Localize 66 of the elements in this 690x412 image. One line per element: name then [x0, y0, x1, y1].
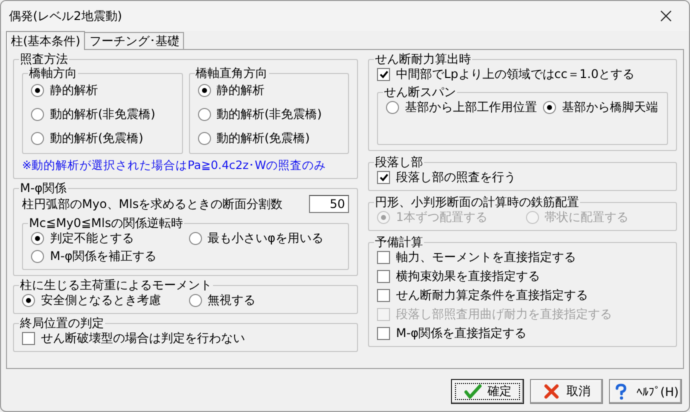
- group-title: 終局位置の判定: [19, 316, 105, 330]
- checkbox[interactable]: せん断耐力算定条件を直接指定する: [377, 287, 668, 303]
- cancel-button[interactable]: 取消: [530, 379, 603, 404]
- radio-indicator[interactable]: [31, 84, 44, 96]
- radio-indicator[interactable]: [198, 108, 210, 120]
- checkbox[interactable]: 横拘束効果を直接指定する: [377, 268, 668, 284]
- group-title: 柱に生じる主荷重によるモーメント: [19, 278, 213, 292]
- radio-button[interactable]: 安全側となるとき考慮: [22, 292, 161, 308]
- group-title: 段落し部: [374, 155, 424, 169]
- radio-button[interactable]: 判定不能とする: [31, 230, 134, 246]
- check-icon: [464, 383, 482, 400]
- tab[interactable]: フーチング･基礎: [84, 32, 184, 49]
- group-title: せん断耐力算出時: [374, 52, 472, 66]
- checkbox-indicator[interactable]: [377, 326, 390, 340]
- radio-button[interactable]: 動的解析(免震橋): [198, 130, 340, 146]
- radio-button[interactable]: 無視する: [188, 292, 256, 308]
- checkbox[interactable]: 段落し部の照査を行う: [377, 169, 668, 185]
- checkbox[interactable]: せん断破壊型の場合は判定を行わない: [22, 330, 349, 346]
- radio-button[interactable]: 最も小さいφを用いる: [188, 230, 324, 246]
- radio-button[interactable]: 基部から橋脚天端: [543, 99, 658, 115]
- radio-indicator[interactable]: [543, 100, 556, 114]
- confirm-button[interactable]: 確定: [451, 379, 524, 404]
- radio-button[interactable]: 静的解析: [31, 82, 174, 98]
- note-text: ※動的解析が選択された場合はPa≧0.4c2z･Wの照査のみ: [22, 158, 328, 173]
- radio-indicator[interactable]: [188, 294, 202, 306]
- radio-indicator[interactable]: [31, 250, 44, 262]
- radio-indicator[interactable]: [198, 132, 210, 144]
- checkbox[interactable]: 中間部でLpより上の領域ではcc＝1.0とする: [377, 66, 668, 82]
- group-title: 円形、小判形断面の計算時の鉄筋配置: [374, 195, 580, 209]
- group-title: Mc≦My0≦Mlsの関係逆転時: [28, 216, 184, 230]
- group-title: せん断スパン: [383, 85, 457, 99]
- field-label: 柱円弧部のMyo、Mlsを求めるときの断面分割数: [22, 196, 283, 212]
- checkbox-indicator[interactable]: [22, 332, 35, 344]
- checkbox[interactable]: M-φ関係を直接指定する: [377, 325, 668, 341]
- checkbox-indicator[interactable]: [377, 170, 390, 184]
- radio-button[interactable]: 動的解析(非免震橋): [198, 106, 340, 122]
- checkbox[interactable]: 軸力、モーメントを直接指定する: [377, 249, 668, 265]
- group-title: M-φ関係: [19, 181, 68, 195]
- radio-indicator[interactable]: [188, 232, 202, 244]
- radio-button[interactable]: 基部から上部工作用位置: [386, 99, 537, 115]
- check-icon: [378, 70, 388, 78]
- checkbox-indicator[interactable]: [377, 288, 390, 302]
- close-icon: [542, 383, 560, 400]
- radio-indicator[interactable]: [22, 294, 35, 306]
- radio-indicator[interactable]: [31, 108, 44, 120]
- group-title: 照査方法: [19, 52, 69, 66]
- radio-indicator[interactable]: [386, 100, 399, 114]
- group-title: 橋軸直角方向: [194, 66, 268, 80]
- number-field[interactable]: 50: [309, 195, 349, 213]
- radio-indicator[interactable]: [31, 232, 44, 244]
- check-icon: [378, 172, 388, 182]
- tab[interactable]: 柱(基本条件): [6, 31, 86, 50]
- group-title: 予備計算: [374, 235, 424, 249]
- window-title: 偶発(レベル2地震動): [9, 8, 122, 24]
- checkbox-indicator[interactable]: [377, 250, 390, 264]
- checkbox-indicator[interactable]: [377, 270, 390, 282]
- radio-button[interactable]: 静的解析: [198, 82, 340, 98]
- checkbox-indicator[interactable]: [377, 68, 390, 80]
- close-icon: [660, 10, 672, 22]
- radio-indicator[interactable]: [198, 84, 210, 96]
- radio-button[interactable]: 動的解析(非免震橋): [31, 106, 174, 122]
- radio-button[interactable]: 動的解析(免震橋): [31, 130, 174, 146]
- help-button[interactable]: ﾍﾙﾌﾟ(H): [609, 379, 682, 404]
- radio-button[interactable]: M-φ関係を補正する: [31, 248, 157, 264]
- radio-indicator[interactable]: [31, 132, 44, 144]
- group-title: 橋軸方向: [28, 66, 78, 80]
